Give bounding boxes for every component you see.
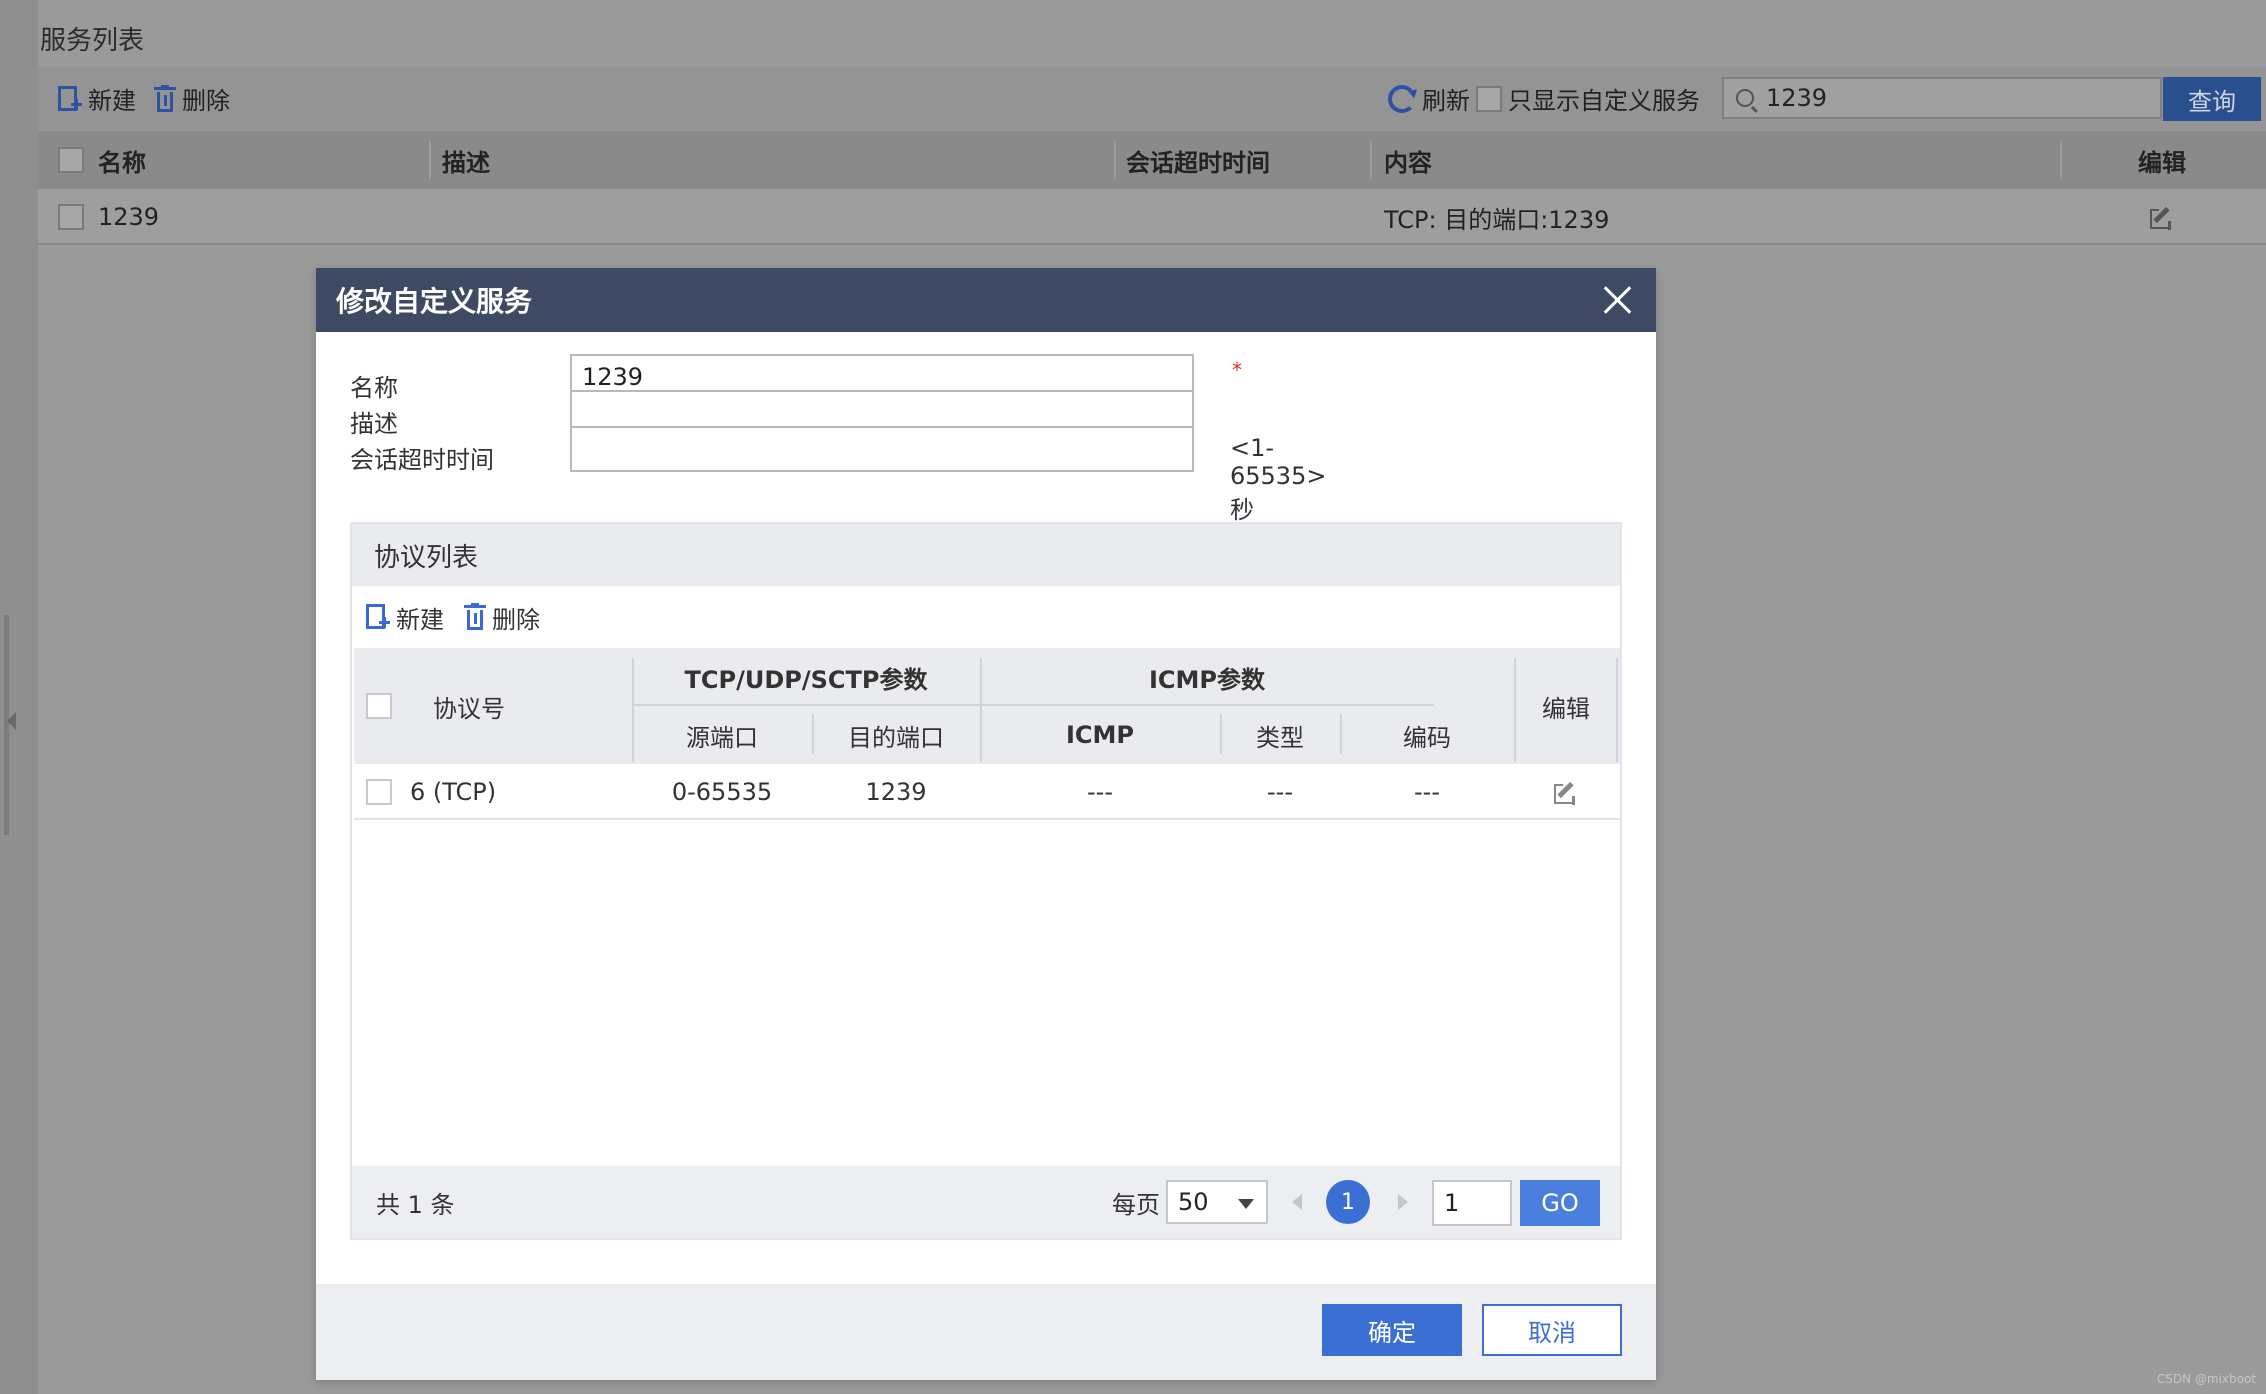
new-label: 新建 [88, 87, 136, 115]
service-name-link[interactable]: 1239 [98, 189, 159, 245]
dialog-footer: 确定 取消 [316, 1284, 1656, 1380]
left-rail [0, 0, 38, 1394]
name-label: 名称 [350, 374, 398, 402]
description-label: 描述 [350, 410, 398, 438]
watermark: CSDN @mixboot [2156, 1372, 2256, 1386]
code-value: --- [1414, 778, 1440, 806]
pagination-bar: 共 1 条 每页 50 1 GO [352, 1166, 1620, 1238]
header-protocol: 协议号 [433, 694, 505, 723]
table-row: 6 (TCP) 0-65535 1239 --- --- --- [354, 764, 1620, 820]
close-icon[interactable] [1600, 282, 1636, 318]
page-title: 服务列表 [40, 26, 145, 56]
row-checkbox[interactable] [58, 204, 84, 230]
confirm-button[interactable]: 确定 [1322, 1304, 1462, 1356]
select-all-protocols-checkbox[interactable] [366, 693, 392, 719]
header-edit: 编辑 [2138, 148, 2186, 177]
header-content[interactable]: 内容 [1384, 131, 1432, 189]
header-icmp-group: ICMP参数 [1148, 665, 1265, 694]
refresh-icon [1388, 84, 1416, 113]
goto-page-input[interactable] [1432, 1180, 1512, 1226]
service-content: TCP: 目的端口:1239 [1384, 205, 1610, 234]
new-icon [56, 84, 82, 114]
new-protocol-label: 新建 [396, 605, 444, 634]
protocol-list-panel: 协议列表 新建 删除 协议号 TCP/UDP/SCTP参数 源端口 目的端口 I… [350, 522, 1622, 1240]
icmp-value: --- [1087, 778, 1113, 806]
search-box [1722, 77, 2162, 119]
dialog-header: 修改自定义服务 [316, 268, 1656, 332]
search-input[interactable] [1766, 84, 2146, 112]
total-count: 共 1 条 [376, 1190, 455, 1219]
custom-only-toggle[interactable]: 只显示自定义服务 [1476, 67, 1700, 130]
per-page-label: 每页 [1112, 1190, 1160, 1219]
timeout-label: 会话超时时间 [350, 446, 494, 474]
timeout-row: 会话超时时间 <1-65535>秒 [350, 426, 1350, 524]
new-protocol-button[interactable]: 新建 [364, 600, 444, 635]
header-dst-port: 目的端口 [848, 723, 944, 752]
trash-icon [464, 603, 486, 631]
collapse-arrow-icon[interactable] [7, 712, 16, 730]
timeout-field[interactable] [570, 426, 1194, 472]
custom-only-label: 只显示自定义服务 [1508, 87, 1700, 115]
chevron-down-icon [1238, 1199, 1254, 1209]
per-page-select[interactable]: 50 [1166, 1180, 1268, 1224]
dialog-title: 修改自定义服务 [336, 285, 533, 318]
search-icon [1736, 89, 1754, 107]
type-value: --- [1267, 778, 1293, 806]
src-port-value: 0-65535 [671, 778, 773, 806]
edit-custom-service-dialog: 修改自定义服务 名称 * 描述 会话超时时间 <1-65535>秒 协议列表 新… [316, 268, 1656, 1380]
cancel-button[interactable]: 取消 [1482, 1304, 1622, 1356]
table-row: 1239 TCP: 目的端口:1239 [38, 189, 2266, 245]
delete-service-button[interactable]: 删除 [154, 67, 230, 130]
timeout-hint: <1-65535>秒 [1230, 434, 1327, 524]
header-icmp: ICMP [1065, 721, 1134, 749]
new-service-button[interactable]: 新建 [56, 67, 136, 130]
prev-page-icon[interactable] [1292, 1194, 1302, 1210]
protocol-row-checkbox[interactable] [366, 779, 392, 805]
delete-label: 删除 [182, 87, 230, 115]
header-type: 类型 [1256, 723, 1304, 752]
delete-protocol-button[interactable]: 删除 [464, 600, 540, 635]
header-description[interactable]: 描述 [442, 131, 490, 189]
header-src-port: 源端口 [686, 723, 758, 752]
select-all-checkbox[interactable] [58, 147, 84, 173]
header-edit: 编辑 [1542, 694, 1590, 723]
header-code: 编码 [1403, 723, 1451, 752]
header-tcp-group: TCP/UDP/SCTP参数 [684, 665, 928, 694]
per-page-value: 50 [1178, 1188, 1209, 1216]
edit-icon[interactable] [2149, 205, 2174, 230]
protocol-toolbar: 新建 删除 [352, 586, 1620, 648]
edit-icon[interactable] [1553, 780, 1578, 805]
protocol-table: 协议号 TCP/UDP/SCTP参数 源端口 目的端口 ICMP参数 ICMP … [354, 648, 1620, 820]
dst-port-value: 1239 [865, 778, 927, 806]
required-mark: * [1232, 358, 1242, 382]
protocol-table-header: 协议号 TCP/UDP/SCTP参数 源端口 目的端口 ICMP参数 ICMP … [354, 648, 1620, 764]
delete-protocol-label: 删除 [492, 605, 540, 634]
trash-icon [154, 84, 176, 113]
header-timeout[interactable]: 会话超时时间 [1126, 131, 1270, 189]
new-icon [364, 602, 390, 632]
service-table-header: 名称 描述 会话超时时间 内容 编辑 [38, 131, 2266, 189]
protocol-list-title: 协议列表 [352, 524, 1620, 586]
custom-only-checkbox[interactable] [1476, 85, 1502, 112]
page-1-button[interactable]: 1 [1326, 1180, 1370, 1224]
go-button[interactable]: GO [1520, 1180, 1600, 1226]
search-button[interactable]: 查询 [2163, 77, 2261, 121]
refresh-button[interactable]: 刷新 [1388, 67, 1470, 130]
protocol-number: 6 (TCP) [410, 778, 497, 806]
next-page-icon[interactable] [1398, 1194, 1408, 1210]
refresh-label: 刷新 [1422, 87, 1470, 115]
header-name[interactable]: 名称 [98, 131, 146, 189]
